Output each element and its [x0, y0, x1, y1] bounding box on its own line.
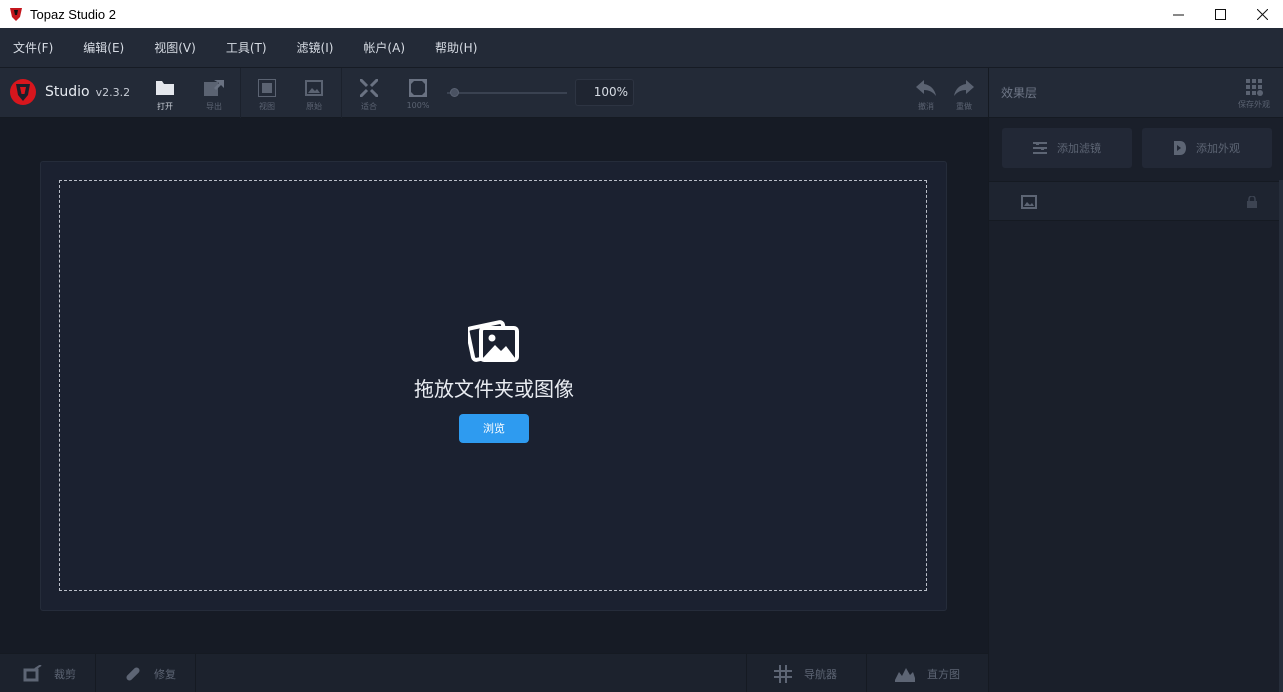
open-label: 打开 — [157, 102, 173, 111]
redo-icon — [954, 80, 974, 96]
brand: Studio v2.3.2 — [9, 78, 130, 106]
folder-icon — [156, 81, 174, 95]
view-label: 视图 — [259, 102, 275, 111]
bottom-divider — [95, 654, 96, 692]
add-look-label: 添加外观 — [1196, 142, 1240, 155]
histogram-button[interactable]: 直方图 — [895, 654, 960, 692]
studio-logo-icon — [10, 79, 36, 105]
topaz-logo-icon — [10, 8, 22, 21]
menu-account[interactable]: 帐户(A) — [363, 39, 405, 56]
brand-version: v2.3.2 — [95, 85, 131, 99]
add-filter-button[interactable]: 添加滤镜 — [1002, 128, 1132, 168]
panel-title: 效果层 — [1001, 86, 1038, 100]
menu-view[interactable]: 视图(V) — [154, 39, 196, 56]
brand-name: Studio — [45, 84, 90, 100]
zoom-100-label: 100% — [406, 101, 430, 110]
close-button[interactable] — [1241, 0, 1283, 28]
grid-icon — [1246, 79, 1263, 96]
export-button[interactable]: 导出 — [192, 77, 236, 112]
zoom-100-button[interactable]: 100% — [396, 77, 440, 110]
repair-label: 修复 — [154, 667, 176, 681]
bottom-divider — [195, 654, 196, 692]
export-label: 导出 — [206, 102, 222, 111]
fullscreen-icon — [409, 79, 427, 97]
toolbar-divider — [240, 68, 241, 118]
save-look-label: 保存外观 — [1238, 100, 1270, 109]
base-layer-row[interactable] — [989, 181, 1279, 221]
minimize-button[interactable] — [1157, 0, 1199, 28]
open-button[interactable]: 打开 — [143, 77, 187, 112]
undo-icon — [916, 80, 936, 96]
toolbar-divider — [341, 68, 342, 118]
fit-label: 适合 — [361, 102, 377, 111]
maximize-icon — [1214, 8, 1226, 20]
zoom-slider-handle[interactable] — [450, 88, 459, 97]
fit-icon — [360, 79, 378, 97]
bottom-divider — [866, 654, 867, 692]
crop-icon — [23, 664, 42, 681]
browse-button[interactable]: 浏览 — [459, 414, 529, 443]
view-button[interactable]: 视图 — [245, 77, 289, 112]
add-filter-label: 添加滤镜 — [1057, 142, 1101, 155]
bottom-divider — [746, 654, 747, 692]
minimize-icon — [1172, 14, 1184, 15]
bottom-toolbar: 裁剪 修复 导航器 直方图 — [0, 653, 988, 692]
window-titlebar: Topaz Studio 2 — [0, 0, 1283, 28]
layer-image-icon — [1021, 195, 1037, 209]
effects-panel-header: 效果层 保存外观 — [988, 68, 1283, 118]
fit-button[interactable]: 适合 — [347, 77, 391, 112]
original-label: 原始 — [306, 102, 322, 111]
crop-button[interactable]: 裁剪 — [22, 654, 76, 692]
hash-grid-icon — [774, 664, 792, 683]
histogram-icon — [895, 667, 915, 682]
add-look-button[interactable]: 添加外观 — [1142, 128, 1272, 168]
maximize-button[interactable] — [1199, 0, 1241, 28]
bandage-icon — [126, 666, 140, 681]
repair-button[interactable]: 修复 — [124, 654, 176, 692]
view-icon — [258, 79, 276, 97]
menu-file[interactable]: 文件(F) — [13, 39, 53, 56]
menu-bar: 文件(F) 编辑(E) 视图(V) 工具(T) 滤镜(I) 帐户(A) 帮助(H… — [0, 28, 1283, 68]
images-icon — [468, 320, 519, 362]
navigator-button[interactable]: 导航器 — [774, 654, 837, 692]
zoom-input[interactable]: 100% — [575, 79, 634, 106]
panel-scrollbar[interactable] — [1279, 180, 1283, 692]
redo-button[interactable]: 重做 — [942, 77, 986, 112]
menu-filters[interactable]: 滤镜(I) — [297, 39, 334, 56]
histogram-label: 直方图 — [927, 667, 960, 681]
menu-edit[interactable]: 编辑(E) — [83, 39, 124, 56]
sliders-icon — [1033, 142, 1047, 154]
navigator-label: 导航器 — [804, 667, 837, 681]
window-title: Topaz Studio 2 — [30, 6, 117, 22]
menu-help[interactable]: 帮助(H) — [435, 39, 477, 56]
original-button[interactable]: 原始 — [292, 77, 336, 112]
zoom-slider-track[interactable] — [447, 92, 567, 94]
redo-label: 重做 — [956, 102, 972, 111]
look-icon — [1174, 141, 1186, 155]
export-icon — [204, 80, 224, 96]
close-icon — [1256, 8, 1268, 20]
image-icon — [305, 80, 323, 96]
menu-tools[interactable]: 工具(T) — [226, 39, 267, 56]
effects-panel: 添加滤镜 添加外观 — [988, 118, 1283, 692]
lock-icon — [1247, 196, 1257, 208]
drop-instructions: 拖放文件夹或图像 — [414, 377, 574, 401]
save-look-button[interactable]: 保存外观 — [1233, 77, 1275, 110]
crop-label: 裁剪 — [54, 667, 76, 681]
